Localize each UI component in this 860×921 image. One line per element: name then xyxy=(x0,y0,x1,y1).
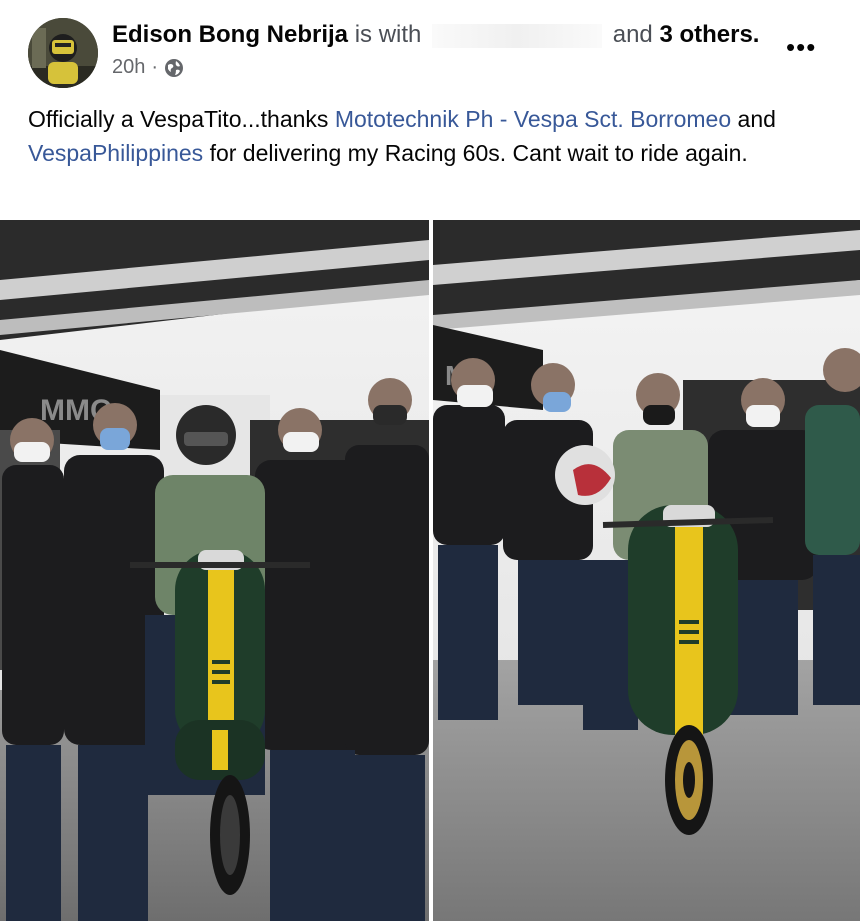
meta-separator: · xyxy=(151,56,159,78)
mototechnik-link[interactable]: Mototechnik Ph - Vespa Sct. Borromeo xyxy=(335,106,731,132)
post-header: Edison Bong Nebrija is with and 3 others… xyxy=(0,0,860,100)
vespa-philippines-link[interactable]: VespaPhilippines xyxy=(28,140,203,166)
with-text: is with xyxy=(354,21,422,48)
and-text: and xyxy=(612,21,653,48)
caption-text-2: and xyxy=(731,106,776,132)
post-attribution: Edison Bong Nebrija is with and 3 others… xyxy=(112,20,759,50)
globe-icon[interactable] xyxy=(164,58,184,78)
post-caption: Officially a VespaTito...thanks Mototech… xyxy=(28,102,838,170)
post-timestamp[interactable]: 20h xyxy=(112,56,145,79)
post-photos: MMC xyxy=(0,220,860,921)
photo-left[interactable]: MMC xyxy=(0,220,429,921)
more-options-icon[interactable]: ••• xyxy=(786,34,820,60)
caption-text-1: Officially a VespaTito...thanks xyxy=(28,106,335,132)
tagged-user-redacted xyxy=(432,23,603,48)
author-name-link[interactable]: Edison Bong Nebrija xyxy=(112,21,348,48)
post-meta: 20h · xyxy=(112,56,184,79)
author-avatar[interactable] xyxy=(28,18,98,88)
caption-text-3: for delivering my Racing 60s. Cant wait … xyxy=(203,140,748,166)
others-link[interactable]: 3 others. xyxy=(659,21,759,48)
photo-right[interactable]: MM xyxy=(433,220,860,921)
